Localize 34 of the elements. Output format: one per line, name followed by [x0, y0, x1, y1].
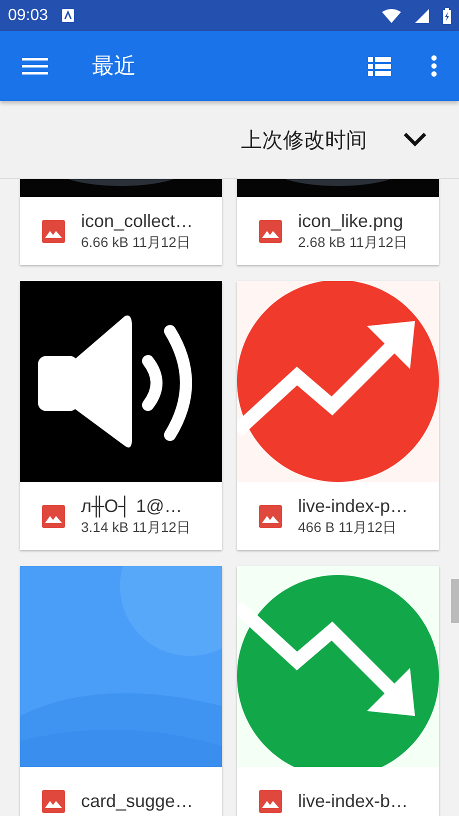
file-details: 466 B 11月12日: [298, 518, 398, 536]
chevron-down-icon[interactable]: [403, 132, 427, 147]
battery-icon: [443, 8, 451, 24]
image-file-icon: [42, 790, 65, 812]
scrollbar-thumb[interactable]: [451, 579, 459, 623]
keyboard-notification-icon: [62, 9, 74, 22]
sort-label[interactable]: 上次修改时间: [241, 126, 367, 154]
signal-icon: [415, 8, 429, 22]
image-file-icon: [42, 504, 65, 528]
file-details: 6.66 kB 11月12日: [81, 234, 192, 252]
more-options-icon[interactable]: [431, 55, 437, 77]
file-details: 3.14 kB 11月12日: [81, 518, 190, 536]
status-time: 09:03: [8, 6, 48, 24]
file-card[interactable]: icon_like.png 2.68 kB 11月12日: [237, 179, 439, 265]
file-name: live-index-b…: [298, 790, 408, 812]
file-card[interactable]: live-index-b…: [237, 566, 439, 816]
screen-title: 最近: [92, 52, 137, 80]
file-name: card_sugge…: [81, 790, 194, 812]
image-file-icon: [259, 220, 282, 242]
image-file-icon: [42, 220, 65, 242]
file-card[interactable]: icon_collect… 6.66 kB 11月12日: [20, 179, 222, 265]
file-details: 2.68 kB 11月12日: [298, 234, 408, 252]
file-card[interactable]: live-index-p… 466 B 11月12日: [237, 281, 439, 550]
file-card[interactable]: л╫О┤ 1@… 3.14 kB 11月12日: [20, 281, 222, 550]
menu-icon[interactable]: [22, 56, 48, 76]
file-card[interactable]: card_sugge…: [20, 566, 222, 816]
file-name: live-index-p…: [298, 496, 408, 516]
list-view-icon[interactable]: [368, 56, 391, 76]
wifi-icon: [382, 8, 401, 22]
file-name: л╫О┤ 1@…: [81, 496, 184, 516]
image-file-icon: [259, 504, 282, 528]
image-file-icon: [259, 790, 282, 812]
file-name: icon_collect…: [81, 210, 194, 232]
file-name: icon_like.png: [298, 210, 404, 232]
